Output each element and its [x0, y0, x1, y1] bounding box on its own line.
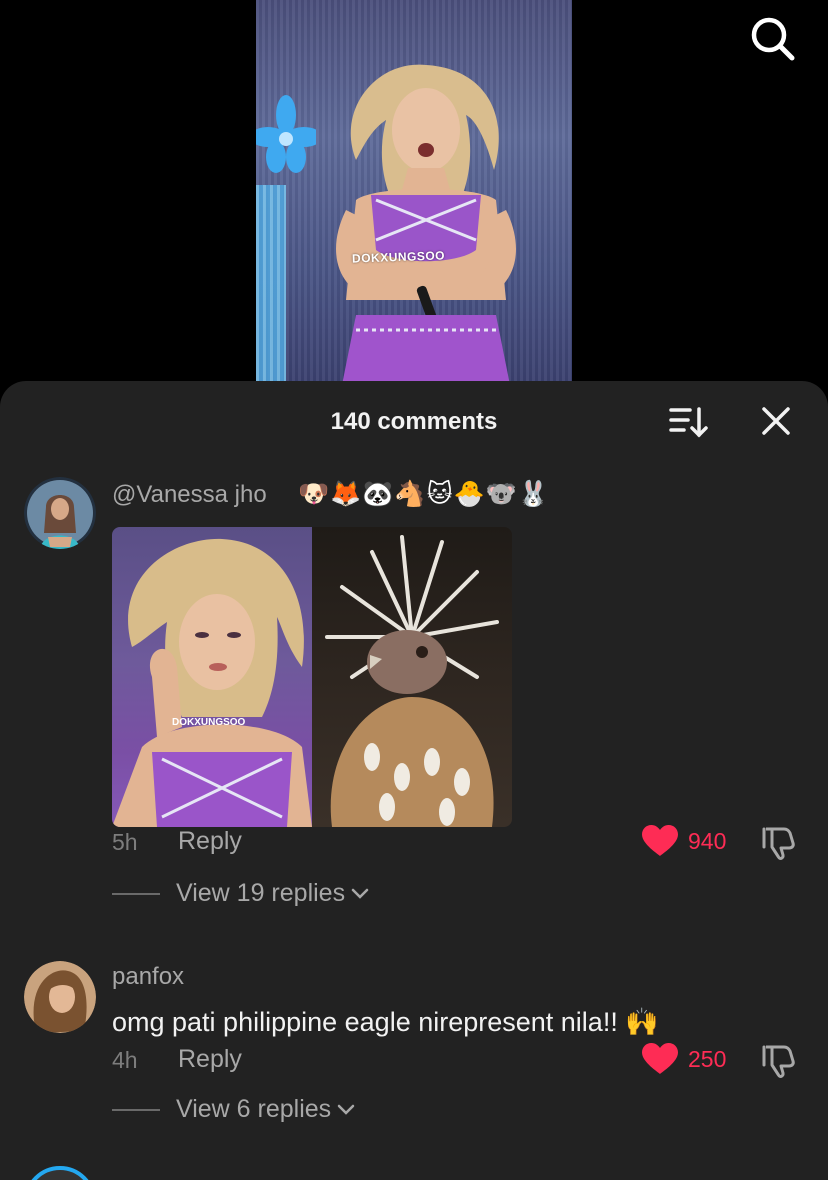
next-comment-avatar[interactable]	[24, 1166, 96, 1180]
like-button[interactable]: 250	[642, 1043, 726, 1075]
close-icon[interactable]	[760, 405, 792, 437]
heart-icon	[642, 825, 678, 856]
comment-photo-collage[interactable]: DOKXUNGSOO	[112, 527, 512, 827]
replies-divider	[112, 1108, 160, 1111]
video-frame[interactable]: DOKXUNGSOO	[256, 0, 572, 390]
view-replies-label: View 19 replies	[176, 879, 346, 907]
emoji: 🐼	[362, 479, 394, 508]
avatar[interactable]	[24, 477, 96, 549]
comment-photo-chicken[interactable]	[312, 527, 512, 827]
thumbs-down-icon[interactable]	[760, 1043, 796, 1079]
like-count: 940	[688, 827, 727, 854]
comment-timestamp: 4h	[112, 1047, 138, 1073]
comment-text: omg pati philippine eagle nirepresent ni…	[112, 1007, 659, 1037]
sort-icon[interactable]	[668, 405, 708, 439]
emoji: 🐨	[485, 479, 517, 508]
chevron-down-icon	[337, 1104, 355, 1115]
heart-icon	[642, 1043, 678, 1074]
reply-button[interactable]: Reply	[178, 1045, 242, 1074]
stage-flower-decoration	[256, 95, 316, 173]
performer-image	[336, 64, 516, 390]
chevron-down-icon	[351, 888, 369, 899]
view-replies-button[interactable]: View 19 replies	[112, 879, 369, 908]
emoji: 🐴	[394, 479, 426, 508]
avatar-image	[24, 961, 96, 1033]
emoji: 🐰	[517, 479, 550, 508]
avatar[interactable]	[24, 961, 96, 1033]
comment-item: @Vanessa jho 🐶 🦊 🐼 🐴 🐱 🐣 🐨 🐰 DOKXUNGSOO …	[0, 477, 828, 907]
view-replies-button[interactable]: View 6 replies	[112, 1095, 355, 1124]
emoji: 🐶	[298, 479, 330, 508]
photo-watermark: DOKXUNGSOO	[172, 717, 246, 728]
comment-username[interactable]: panfox	[112, 963, 184, 991]
chicken-photo	[325, 535, 499, 827]
comment-username[interactable]: @Vanessa jho	[112, 481, 267, 509]
emoji: 🦊	[330, 479, 362, 508]
comment-item: panfox omg pati philippine eagle nirepre…	[0, 961, 828, 1141]
video-player[interactable]: DOKXUNGSOO	[0, 0, 828, 390]
avatar-image	[24, 477, 96, 549]
stage-light-pillar	[256, 185, 286, 390]
comment-timestamp: 5h	[112, 829, 138, 855]
comments-sheet: 140 comments @Vanessa jho 🐶 🦊 🐼 🐴 🐱 🐣 🐨 …	[0, 381, 828, 1180]
emoji: 🐣	[453, 479, 485, 508]
comment-emoji-row: 🐶 🦊 🐼 🐴 🐱 🐣 🐨 🐰	[298, 477, 550, 511]
search-icon[interactable]	[748, 14, 796, 62]
like-button[interactable]: 940	[642, 825, 726, 857]
like-count: 250	[688, 1045, 727, 1072]
comment-photo-performer[interactable]: DOKXUNGSOO	[112, 527, 312, 827]
view-replies-label: View 6 replies	[176, 1095, 332, 1123]
performer-photo	[112, 538, 312, 827]
replies-divider	[112, 892, 160, 895]
comments-header: 140 comments	[0, 381, 828, 463]
reply-button[interactable]: Reply	[178, 827, 242, 856]
emoji: 🐱	[426, 480, 453, 508]
thumbs-down-icon[interactable]	[760, 825, 796, 861]
